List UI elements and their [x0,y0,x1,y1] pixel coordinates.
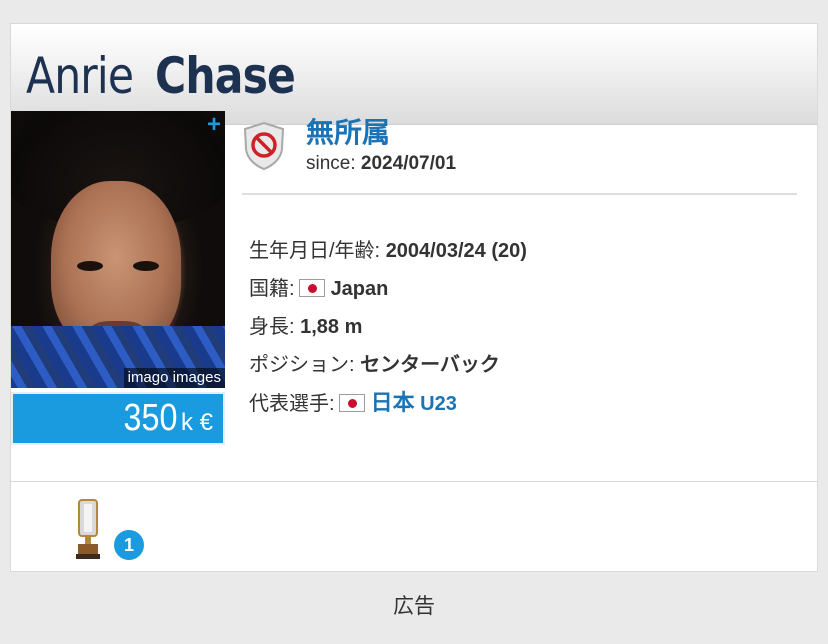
birth-row: 生年月日/年齢: 2004/03/24 (20) [249,232,527,270]
height-row: 身長: 1,88 m [249,308,527,346]
player-name-header: Anrie Chase [11,24,817,125]
trophy-row: 1 [10,481,818,572]
trophy-icon[interactable] [74,498,102,560]
national-team-name: 日本 [370,390,415,415]
add-icon[interactable]: + [207,113,221,137]
market-value: 350 [123,397,177,439]
position-value: センターバック [360,354,500,376]
photo-credit: imago images [123,368,225,388]
nationality-value: Japan [330,278,389,300]
national-team-suffix: U23 [420,393,457,415]
height-value: 1,88 m [300,316,363,338]
since-label: since: [306,153,356,174]
birth-value: 2004/03/24 (20) [385,240,527,262]
player-last-name: Chase [155,47,296,105]
national-team-label: 代表選手: [249,393,335,415]
since-value: 2024/07/01 [360,153,457,174]
birth-label: 生年月日/年齢: [249,240,381,262]
national-team-link[interactable]: 日本 U23 [370,390,457,415]
position-label: ポジション: [249,354,355,376]
nationality-label: 国籍: [249,278,295,300]
market-value-unit: k € [180,409,213,436]
club-info: 無所属 since: 2024/07/01 [242,111,797,195]
club-name-link[interactable]: 無所属 [306,111,390,151]
player-details: 生年月日/年齢: 2004/03/24 (20) 国籍: Japan 身長: 1,… [249,232,527,422]
player-photo[interactable]: + imago images [11,111,225,388]
japan-flag-icon [338,394,365,412]
no-club-shield-icon[interactable] [242,121,286,171]
position-row: ポジション: センターバック [249,346,527,384]
trophy-count-badge: 1 [114,530,144,560]
height-label: 身長: [249,316,295,338]
nationality-row: 国籍: Japan [249,270,527,308]
market-value-button[interactable]: 350 k € [11,392,225,445]
since-line: since: 2024/07/01 [306,153,456,175]
japan-flag-icon [298,279,325,297]
national-team-row: 代表選手: 日本 U23 [249,384,527,422]
player-first-name: Anrie [26,47,134,105]
player-photo-area: + imago images 350 k € [11,111,225,445]
ad-label: 広告 [393,595,435,618]
